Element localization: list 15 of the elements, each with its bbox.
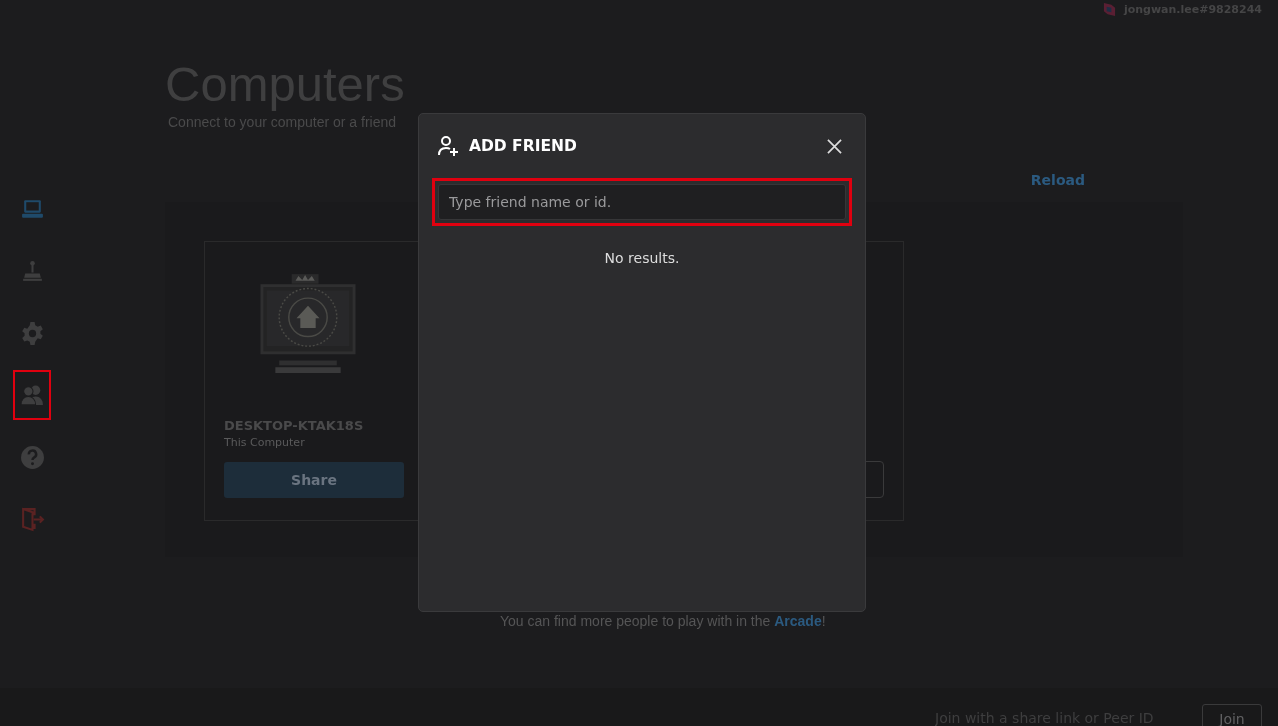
arcade-note: You can find more people to play with in the Arcade! <box>500 613 827 629</box>
add-person-icon <box>438 135 460 157</box>
close-icon[interactable] <box>827 138 842 154</box>
help-icon <box>19 444 45 470</box>
share-button[interactable]: Share <box>224 462 404 498</box>
computer-caption: This Computer <box>224 436 306 449</box>
dialog-title: ADD FRIEND <box>469 137 578 155</box>
join-button[interactable]: Join <box>1202 704 1262 726</box>
arcade-link[interactable]: Arcade <box>774 613 822 629</box>
logo-icon <box>1102 1 1116 17</box>
sidebar-item[interactable] <box>13 370 51 420</box>
friend-search-field[interactable]: Type friend name or id. <box>438 184 846 220</box>
reload-link[interactable]: Reload <box>1030 172 1085 188</box>
empty-message: No results. <box>603 250 681 266</box>
logout-icon <box>19 506 45 532</box>
